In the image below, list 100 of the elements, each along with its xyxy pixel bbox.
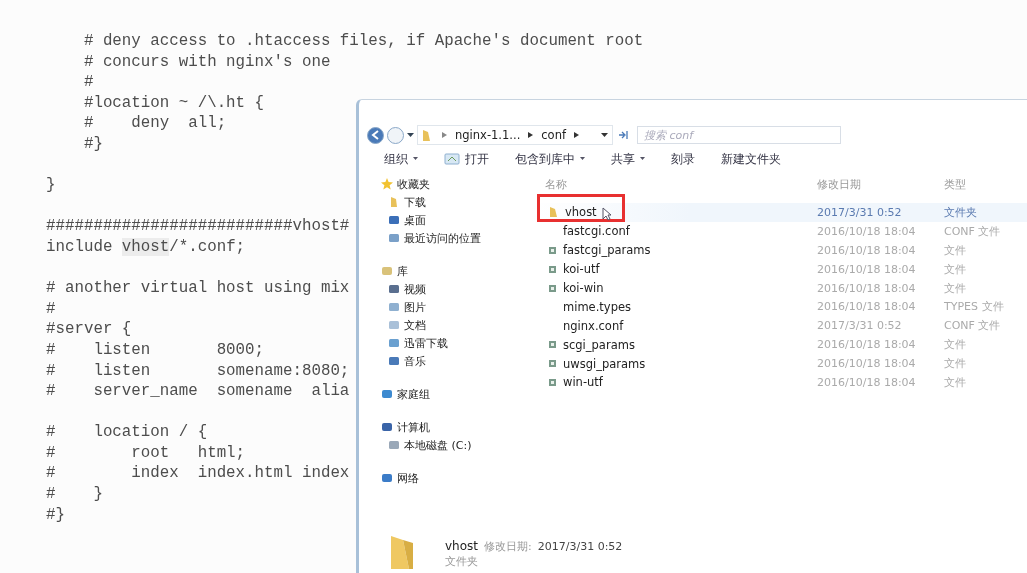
type-cell: 文件 (944, 242, 966, 258)
code-line: #} (82, 133, 103, 155)
file-row[interactable]: uwsgi_params 2016/10/18 18:04 文件 (531, 354, 1027, 373)
chevron-icon (528, 132, 534, 138)
file-name: vhost (565, 205, 597, 220)
file-row[interactable]: nginx.conf 2017/3/31 0:52 CONF 文件 (531, 316, 1027, 336)
nav-item[interactable]: 图片 (381, 298, 531, 316)
code-line: # listen somename:8080; (46, 360, 350, 382)
breadcrumb[interactable]: conf (541, 128, 566, 142)
file-name: koi-win (563, 281, 604, 295)
toolbar-button[interactable]: 新建文件夹 (714, 149, 788, 169)
caret-icon (640, 157, 645, 161)
address-bar[interactable]: nginx-1.1... conf (417, 125, 613, 145)
nav-item[interactable]: 视频 (381, 280, 531, 298)
file-row[interactable]: koi-utf 2016/10/18 18:04 文件 (531, 259, 1027, 279)
nav-icon (388, 301, 400, 313)
code-line: # (46, 298, 56, 320)
date-cell-text: 2016/10/18 18:04 (817, 262, 917, 276)
type-cell: TYPES 文件 (944, 299, 1004, 315)
folder-icon (389, 535, 415, 569)
file-row[interactable]: fastcgi_params 2016/10/18 18:04 文件 (531, 240, 1027, 260)
code-line: # another virtual host using mix (46, 278, 350, 299)
nav-item[interactable]: 计算机 (381, 418, 531, 436)
toolbar-button[interactable]: 包含到库中 (508, 149, 592, 169)
toolbar-button[interactable]: 刻录 (664, 149, 702, 169)
nav-item[interactable]: 音乐 (381, 352, 531, 370)
nav-icon (381, 472, 393, 484)
search-field[interactable]: 搜索 conf (637, 126, 841, 144)
type-cell: 文件 (944, 356, 966, 372)
refresh-icon[interactable] (618, 130, 630, 140)
caret-icon (413, 157, 418, 161)
code-line: # root html; (46, 442, 246, 464)
file-name: mime.types (563, 299, 631, 314)
detail-label: 修改日期: (484, 539, 532, 554)
code-line: # (82, 72, 94, 93)
toolbar-button[interactable]: 打开 (437, 149, 496, 169)
nav-icon (388, 355, 400, 367)
nav-icon (388, 232, 400, 244)
nav-icon (388, 319, 400, 331)
nav-item[interactable]: 收藏夹 (381, 175, 531, 193)
code-line: # listen 8000; (46, 339, 265, 361)
toolbar-button[interactable]: 共享 (604, 149, 652, 169)
date-cell-text: 2017/3/31 0:52 (817, 319, 903, 333)
file-name: scgi_params (563, 337, 635, 352)
file-row[interactable]: fastcgi.conf 2016/10/18 18:04 CONF 文件 (531, 221, 1027, 241)
code-line: # concurs with nginx's one (82, 51, 331, 73)
code-line: # } (46, 484, 103, 505)
date-cell-text: 2016/10/18 18:04 (817, 281, 917, 295)
back-button[interactable] (367, 126, 384, 144)
date-cell-text: 2016/10/18 18:04 (817, 243, 917, 257)
code-line: # index index.html index (46, 463, 350, 485)
code-line: # deny access to .htaccess files, if Apache's document root (82, 31, 644, 52)
file-row[interactable]: koi-win 2016/10/18 18:04 文件 (531, 278, 1027, 298)
code-line: include vhost/*.conf; (46, 236, 246, 258)
type-cell: 文件夹 (944, 204, 977, 220)
nav-item[interactable]: 下载 (381, 193, 531, 211)
detail-name: vhost (445, 539, 478, 553)
caret-icon[interactable] (407, 132, 414, 138)
date-cell-text: 2016/10/18 18:04 (817, 224, 917, 238)
toolbar-button[interactable]: 组织 (377, 149, 425, 169)
file-row[interactable]: mime.types 2016/10/18 18:04 TYPES 文件 (531, 297, 1027, 317)
nav-item[interactable]: 本地磁盘 (C:) (381, 436, 531, 454)
breadcrumb[interactable]: nginx-1.1... (455, 128, 521, 142)
folder-icon (422, 128, 431, 142)
file-icon (549, 341, 556, 349)
file-name: koi-utf (563, 262, 600, 277)
file-row[interactable]: win-utf 2016/10/18 18:04 文件 (531, 373, 1027, 392)
folder-icon (549, 206, 558, 219)
nav-item[interactable]: 网络 (381, 469, 531, 487)
nav-item[interactable]: 最近访问的位置 (381, 229, 531, 247)
date-cell-text: 2016/10/18 18:04 (817, 375, 917, 389)
detail-date: 2017/3/31 0:52 (537, 540, 623, 553)
type-cell: 文件 (944, 280, 966, 296)
nav-item[interactable]: 桌面 (381, 211, 531, 229)
date-cell-text: 2016/10/18 18:04 (817, 338, 917, 352)
type-cell: CONF 文件 (944, 223, 1001, 239)
nav-item[interactable]: 库 (381, 262, 531, 280)
file-icon (549, 265, 556, 273)
code-line: # server_name somename alia (46, 381, 350, 402)
open-icon (444, 153, 460, 165)
file-icon (549, 360, 556, 368)
type-cell: CONF 文件 (944, 318, 1001, 334)
file-icon (549, 284, 556, 292)
type-cell: 文件 (944, 337, 966, 353)
nav-icon (388, 214, 400, 226)
caret-icon (580, 157, 585, 161)
nav-item[interactable]: 文档 (381, 316, 531, 334)
code-line: ##########################vhost# (46, 216, 350, 237)
detail-type: 文件夹 (445, 555, 478, 568)
nav-icon (388, 337, 400, 349)
type-cell: 文件 (944, 374, 966, 390)
file-icon (549, 378, 556, 386)
file-name: uwsgi_params (563, 356, 646, 371)
caret-icon[interactable] (601, 132, 608, 138)
cursor-icon (602, 207, 612, 221)
nav-item[interactable]: 迅雷下载 (381, 334, 531, 352)
nav-icon (388, 439, 400, 451)
file-row[interactable]: scgi_params 2016/10/18 18:04 文件 (531, 335, 1027, 355)
nav-item[interactable]: 家庭组 (381, 385, 531, 403)
code-line: #location ~ /\.ht { (82, 92, 265, 114)
